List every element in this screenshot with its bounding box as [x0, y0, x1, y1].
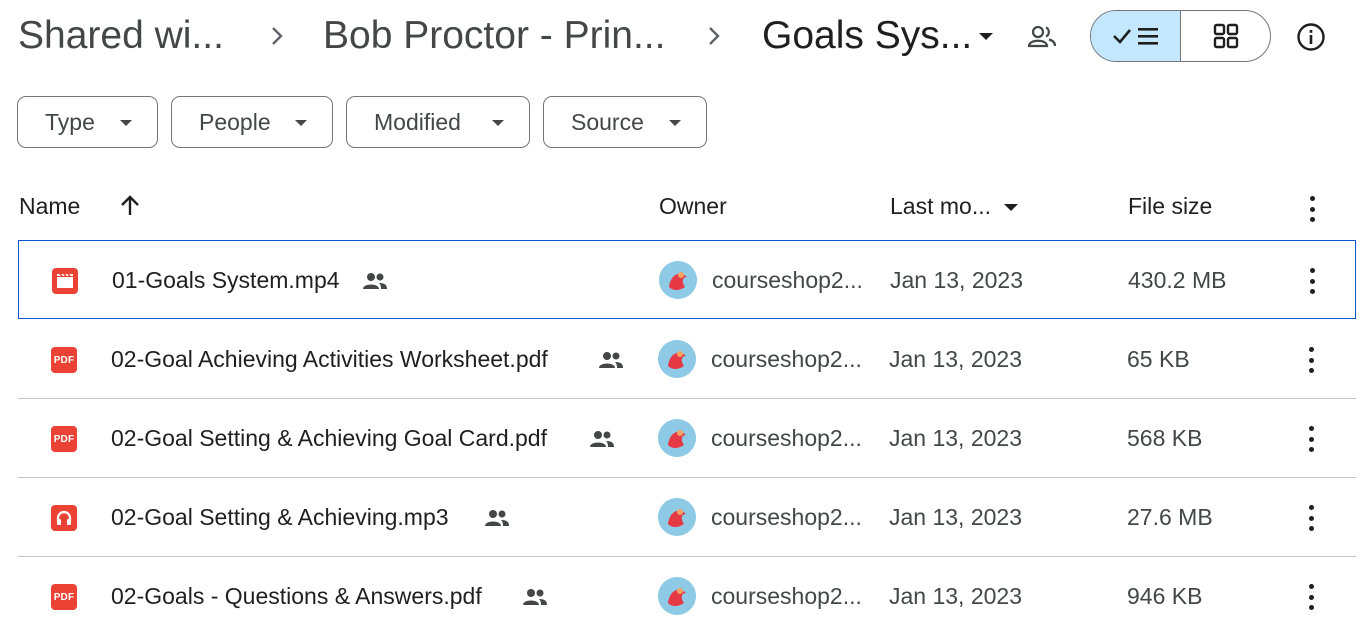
file-modified: Jan 13, 2023: [890, 267, 1024, 293]
more-vert-icon[interactable]: [1308, 584, 1314, 610]
list-view-button[interactable]: [1091, 11, 1181, 61]
file-name: 02-Goals - Questions & Answers.pdf: [111, 583, 482, 609]
file-modified: Jan 13, 2023: [889, 425, 1023, 451]
filter-people-label: People: [199, 108, 271, 135]
filter-source-chip[interactable]: Source: [543, 96, 707, 148]
avatar: [658, 577, 696, 615]
filter-modified-chip[interactable]: Modified: [346, 96, 530, 148]
video-icon: [52, 268, 78, 294]
checkmark-list-icon: [1112, 28, 1158, 45]
caret-down-icon: [295, 120, 307, 126]
column-header-last-modified[interactable]: Last mo...: [890, 193, 991, 220]
people-icon: [589, 429, 615, 454]
file-owner: courseshop2...: [712, 267, 863, 293]
people-icon: [522, 587, 548, 612]
people-icon[interactable]: [1025, 22, 1059, 52]
breadcrumb-current-folder[interactable]: Goals Sys...: [762, 12, 972, 60]
file-size: 946 KB: [1127, 583, 1203, 609]
breadcrumb-parent-folder[interactable]: Bob Proctor - Prin...: [323, 12, 665, 60]
file-size: 65 KB: [1127, 346, 1190, 372]
people-icon: [362, 271, 388, 296]
file-owner: courseshop2...: [711, 346, 862, 372]
file-size: 430.2 MB: [1128, 267, 1227, 293]
table-row[interactable]: PDF 02-Goals - Questions & Answers.pdf c…: [18, 557, 1356, 636]
file-size: 568 KB: [1127, 425, 1203, 451]
column-header-owner[interactable]: Owner: [659, 193, 727, 220]
file-name: 02-Goal Achieving Activities Worksheet.p…: [111, 346, 548, 372]
pdf-icon: PDF: [51, 426, 77, 452]
filter-modified-label: Modified: [374, 108, 461, 135]
grid-icon: [1213, 23, 1238, 49]
avatar: [658, 340, 696, 378]
chevron-right-icon: [702, 22, 726, 50]
more-vert-icon[interactable]: [1309, 196, 1315, 222]
people-icon: [598, 350, 624, 375]
table-row[interactable]: 01-Goals System.mp4 courseshop2... Jan 1…: [18, 240, 1356, 319]
file-modified: Jan 13, 2023: [889, 346, 1023, 372]
headphones-icon: [51, 505, 77, 531]
caret-down-icon[interactable]: [1004, 204, 1018, 211]
pdf-icon: PDF: [51, 584, 77, 610]
filter-source-label: Source: [571, 108, 644, 135]
file-owner: courseshop2...: [711, 504, 862, 530]
view-toggle: [1090, 10, 1271, 62]
file-modified: Jan 13, 2023: [889, 504, 1023, 530]
file-owner: courseshop2...: [711, 425, 862, 451]
caret-down-icon[interactable]: [979, 33, 993, 40]
caret-down-icon: [492, 120, 504, 126]
file-name: 02-Goal Setting & Achieving Goal Card.pd…: [111, 425, 547, 451]
column-header-name[interactable]: Name: [19, 193, 80, 220]
filter-people-chip[interactable]: People: [171, 96, 333, 148]
more-vert-icon[interactable]: [1308, 426, 1314, 452]
filter-type-chip[interactable]: Type: [17, 96, 158, 148]
people-icon: [484, 508, 510, 533]
info-icon[interactable]: [1295, 21, 1327, 53]
breadcrumb-shared-with-me[interactable]: Shared wi...: [18, 12, 224, 60]
file-owner: courseshop2...: [711, 583, 862, 609]
filter-type-label: Type: [45, 108, 95, 135]
more-vert-icon[interactable]: [1309, 268, 1315, 294]
caret-down-icon: [120, 120, 132, 126]
file-name: 02-Goal Setting & Achieving.mp3: [111, 504, 449, 530]
table-row[interactable]: PDF 02-Goal Achieving Activities Workshe…: [18, 320, 1356, 399]
file-size: 27.6 MB: [1127, 504, 1213, 530]
grid-view-button[interactable]: [1181, 11, 1270, 61]
caret-down-icon: [669, 120, 681, 126]
more-vert-icon[interactable]: [1308, 347, 1314, 373]
arrow-up-icon[interactable]: [118, 194, 142, 223]
file-modified: Jan 13, 2023: [889, 583, 1023, 609]
avatar: [658, 419, 696, 457]
pdf-icon: PDF: [51, 347, 77, 373]
chevron-right-icon: [265, 22, 289, 50]
file-name: 01-Goals System.mp4: [112, 267, 340, 293]
avatar: [659, 261, 697, 299]
avatar: [658, 498, 696, 536]
table-row[interactable]: 02-Goal Setting & Achieving.mp3 coursesh…: [18, 478, 1356, 557]
header: Shared wi... Bob Proctor - Prin... Goals…: [0, 0, 1371, 78]
column-header-file-size[interactable]: File size: [1128, 193, 1212, 220]
more-vert-icon[interactable]: [1308, 505, 1314, 531]
table-row[interactable]: PDF 02-Goal Setting & Achieving Goal Car…: [18, 399, 1356, 478]
